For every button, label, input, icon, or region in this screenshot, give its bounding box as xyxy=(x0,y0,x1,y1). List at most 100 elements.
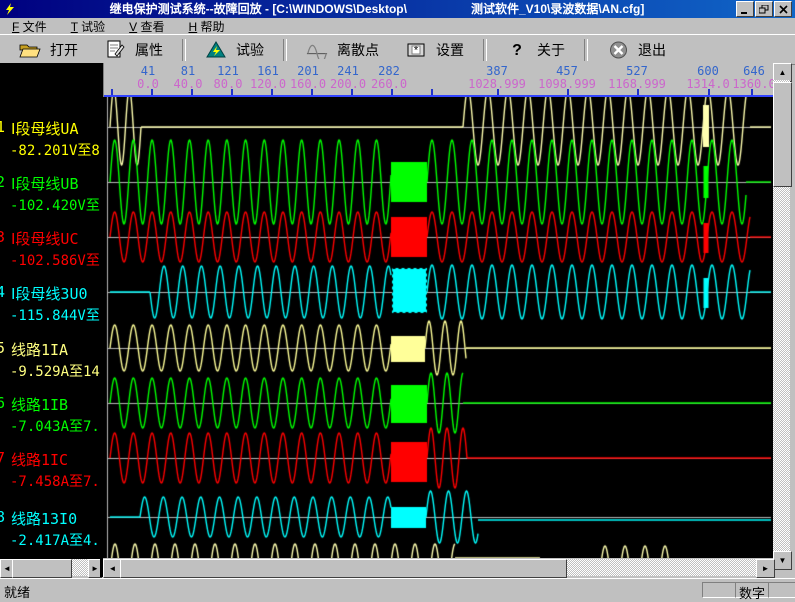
channel-range: -115.844V至 xyxy=(10,305,100,325)
svg-text:?: ? xyxy=(512,42,522,59)
wave-scroll-right-button[interactable]: ► xyxy=(756,559,775,578)
question-icon: ? xyxy=(506,40,528,60)
status-panel-empty-2 xyxy=(768,582,795,598)
toolbar-button-label: 属性 xyxy=(135,40,163,60)
wave-scroll-thumb[interactable] xyxy=(120,559,567,578)
ruler-sample-label: 241 xyxy=(337,64,359,78)
ruler-tick xyxy=(351,89,353,95)
channel-name[interactable]: 线路1IC xyxy=(11,449,68,470)
toolbar-separator xyxy=(584,39,588,61)
channel-range: -7.043A至7. xyxy=(10,416,100,436)
channel-range: -82.201V至8 xyxy=(10,140,100,160)
toolbar-separator xyxy=(283,39,287,61)
panel-splitter xyxy=(100,559,103,577)
close-icon xyxy=(779,5,788,14)
ruler-time-label: 160.0 xyxy=(290,77,326,91)
ruler-tick xyxy=(111,89,113,95)
channel-number: 3 xyxy=(0,228,5,246)
app-icon xyxy=(2,2,18,16)
toolbar-button-sine-wave[interactable]: 离散点 xyxy=(296,38,389,62)
minimize-icon xyxy=(740,5,750,14)
channel-range: -102.586V至 xyxy=(10,250,100,270)
vertical-scroll-thumb[interactable] xyxy=(773,82,792,187)
toolbar-button-label: 关于 xyxy=(537,40,565,60)
channel-number: 2 xyxy=(0,173,5,191)
test-bolt-icon xyxy=(205,40,227,60)
channel-name[interactable]: 线路13I0 xyxy=(11,508,77,529)
toolbar-button-properties[interactable]: 属性 xyxy=(94,38,173,62)
ruler-sample-label: 387 xyxy=(486,64,508,78)
restore-button[interactable] xyxy=(755,1,773,17)
label-scroll-thumb[interactable] xyxy=(12,559,72,578)
channel-name[interactable]: Ⅰ段母线UC xyxy=(11,228,79,249)
ruler-tick xyxy=(708,89,710,95)
toolbar-button-label: 试验 xyxy=(236,40,264,60)
menu-item-V[interactable]: V 查看 xyxy=(117,18,176,35)
open-folder-icon xyxy=(19,40,41,60)
settings-icon: * xyxy=(405,40,427,60)
ruler-sample-label: 201 xyxy=(297,64,319,78)
close-button[interactable] xyxy=(774,1,792,17)
ruler-time-label: 1360.0 xyxy=(732,77,774,91)
title-bar[interactable]: 继电保护测试系统--故障回放 - [C:\WINDOWS\Desktop\ 测试… xyxy=(0,0,795,18)
timeline-ruler: 410.08140.012180.0161120.0201160.0241200… xyxy=(103,63,774,97)
menu-item-T[interactable]: T 试验 xyxy=(59,18,117,35)
waveform-canvas[interactable] xyxy=(103,97,773,558)
ruler-sample-label: 646 xyxy=(743,64,765,78)
channel-number: 1 xyxy=(0,118,5,136)
status-bar: 就绪 数字 xyxy=(0,578,795,600)
minimize-button[interactable] xyxy=(736,1,754,17)
window-title-right: 测试软件_V10\录波数据\AN.cfg] xyxy=(471,0,644,18)
toolbar-button-exit[interactable]: 退出 xyxy=(597,38,676,62)
window-title: 继电保护测试系统--故障回放 - [C:\WINDOWS\Desktop\ 测试… xyxy=(18,0,736,18)
menu-bar: F 文件T 试验V 查看H 帮助 xyxy=(0,18,795,35)
toolbar-button-test-bolt[interactable]: 试验 xyxy=(195,38,274,62)
channel-name[interactable]: Ⅰ段母线UA xyxy=(11,118,79,139)
waveform-hscrollbar: ◄ ► xyxy=(103,559,773,577)
channel-name[interactable]: Ⅰ段母线3U0 xyxy=(11,283,88,304)
window-title-left: 继电保护测试系统--故障回放 - [C:\WINDOWS\Desktop\ xyxy=(110,0,407,18)
channel-number: 7 xyxy=(0,449,5,467)
waveform-area[interactable] xyxy=(103,97,773,558)
ruler-time-label: 80.0 xyxy=(214,77,243,91)
channel-number: 6 xyxy=(0,394,5,412)
restore-icon xyxy=(759,5,769,14)
ruler-tick xyxy=(151,89,153,95)
channel-range: -9.529A至14 xyxy=(10,361,100,381)
vertical-scrollbar: ▲ ▼ xyxy=(773,63,791,568)
exit-icon xyxy=(607,40,629,60)
channel-number: 5 xyxy=(0,339,5,357)
channel-label-panel: 1Ⅰ段母线UA-82.201V至82Ⅰ段母线UB-102.420V至3Ⅰ段母线U… xyxy=(0,63,103,559)
channel-name[interactable]: 线路1IB xyxy=(11,394,68,415)
channel-number: 4 xyxy=(0,283,5,301)
toolbar-button-settings[interactable]: * 设置 xyxy=(395,38,474,62)
channel-name[interactable]: Ⅰ段母线UB xyxy=(11,173,79,194)
status-panel-mode: 数字 xyxy=(735,582,769,598)
ruler-time-label: 200.0 xyxy=(330,77,366,91)
sine-wave-icon xyxy=(306,40,328,60)
ruler-tick xyxy=(191,89,193,95)
channel-name[interactable]: 线路1IA xyxy=(11,339,68,360)
status-panel-empty-1 xyxy=(702,582,736,598)
ruler-sample-label: 527 xyxy=(626,64,648,78)
ruler-tick xyxy=(751,89,753,95)
toolbar-separator xyxy=(483,39,487,61)
channel-number: 8 xyxy=(0,508,5,526)
app-window: 继电保护测试系统--故障回放 - [C:\WINDOWS\Desktop\ 测试… xyxy=(0,0,795,599)
toolbar-button-label: 离散点 xyxy=(337,40,379,60)
ruler-tick xyxy=(231,89,233,95)
toolbar-button-label: 打开 xyxy=(50,40,78,60)
ruler-tick xyxy=(271,89,273,95)
toolbar-button-open-folder[interactable]: 打开 xyxy=(9,38,88,62)
ruler-sample-label: 161 xyxy=(257,64,279,78)
channel-range: -2.417A至4. xyxy=(10,530,100,550)
menu-item-F[interactable]: F 文件 xyxy=(0,18,59,35)
ruler-tick xyxy=(391,89,393,95)
toolbar-button-label: 设置 xyxy=(436,40,464,60)
toolbar-button-label: 退出 xyxy=(638,40,666,60)
menu-item-H[interactable]: H 帮助 xyxy=(177,18,237,35)
scroll-down-button[interactable]: ▼ xyxy=(773,551,792,570)
toolbar: 打开 属性 试验 离散点 * 设置? 关于 退出 xyxy=(0,34,795,65)
ruler-tick xyxy=(637,89,639,95)
toolbar-button-question[interactable]: ? 关于 xyxy=(496,38,575,62)
